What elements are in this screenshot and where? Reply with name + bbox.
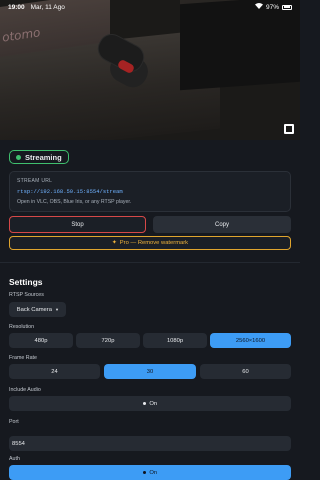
resolution-label: Resolution [9,324,35,330]
status-date: Mar, 11 Ago [30,3,65,11]
stream-url[interactable]: rtsp://192.168.50.15:8554/stream [17,188,283,195]
toggle-dot-icon [142,470,147,475]
battery-fill [283,6,291,8]
port-label: Port [9,419,19,425]
rtsp-source-select[interactable]: Back Camera ▾ [9,302,66,317]
status-bar: 19:00 Mar, 11 Ago 97% [0,0,300,14]
status-time: 19:00 [8,3,25,11]
camera-preview[interactable]: otomo [0,0,300,140]
resolution-option-720p[interactable]: 720p [76,333,140,348]
fullscreen-icon[interactable] [284,124,294,134]
settings-title: Settings [9,277,43,287]
auth-toggle[interactable]: On [9,465,291,480]
stream-url-hint: Open in VLC, OBS, Blue Iris, or any RTSP… [17,199,132,205]
frame-rate-option-30[interactable]: 30 [104,364,196,379]
rtsp-source-value: Back Camera [16,306,52,313]
include-audio-value: On [149,400,158,407]
resolution-option-2560x1600[interactable]: 2560×1600 [210,333,291,348]
resolution-option-1080p[interactable]: 1080p [143,333,207,348]
frame-rate-label: Frame Rate [9,355,37,361]
chevron-down-icon: ▾ [55,306,59,312]
pro-upgrade-button[interactable]: ✦ Pro — Remove watermark [9,236,291,250]
rtsp-sources-label: RTSP Sources [9,292,44,298]
status-dot-icon [16,154,21,160]
include-audio-toggle[interactable]: On [9,396,291,411]
section-divider [0,262,300,263]
auth-value: On [149,469,158,476]
battery-icon [282,4,292,10]
pro-upgrade-label: Pro — Remove watermark [119,240,189,246]
resolution-option-480p[interactable]: 480p [9,333,73,348]
stream-url-card: STREAM URL rtsp://192.168.50.15:8554/str… [9,171,291,212]
stream-url-label: STREAM URL [17,178,53,184]
toggle-dot-icon [142,401,147,406]
include-audio-label: Include Audio [9,387,41,393]
port-input[interactable]: 8554 [9,436,291,451]
stop-button[interactable]: Stop [9,216,146,233]
frame-rate-option-24[interactable]: 24 [9,364,100,379]
wifi-icon [254,3,263,11]
auth-label: Auth [9,456,20,462]
battery-percent: 97% [265,3,279,11]
copy-button[interactable]: Copy [153,216,291,233]
streaming-status-text: Streaming [25,152,62,162]
sparkle-icon: ✦ [111,240,117,246]
frame-rate-option-60[interactable]: 60 [200,364,291,379]
streaming-status-badge: Streaming [9,150,69,164]
